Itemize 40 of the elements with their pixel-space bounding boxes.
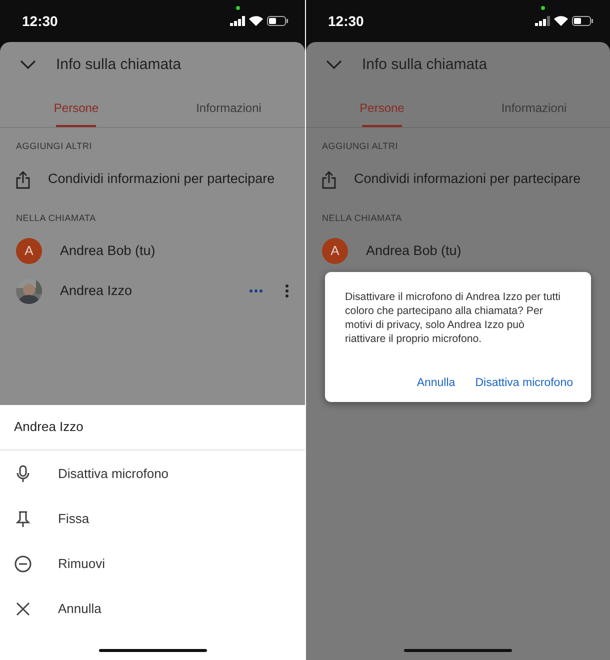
participant-name: Andrea Bob (tu) [60,242,156,260]
dialog-message: Disattivare il microfono di Andrea Izzo per tutti coloro che partecipano alla chiamata? Per motivi di privacy, solo Andrea Izzo può riattivare il proprio microfono. [345,290,562,346]
section-heading: AGGIUNGI ALTRI [15,140,94,153]
close-icon [14,600,32,618]
camera-indicator-icon [236,6,240,10]
avatar: A [16,238,42,264]
section-heading: NELLA CHIAMATA [15,212,97,224]
collapse-chevron-icon[interactable] [20,60,36,70]
share-icon [16,170,30,188]
camera-indicator-icon [541,6,545,10]
tab[interactable]: Informazioni [152,88,305,127]
status-time: 12:30 [22,12,58,30]
participant-name: Andrea Bob (tu) [366,242,462,260]
header-title: Info sulla chiamata [362,54,488,75]
battery-icon [267,16,289,26]
menu-item[interactable]: Fissa [0,496,305,541]
section-heading: AGGIUNGI ALTRI [321,140,400,153]
collapse-chevron-icon[interactable] [326,60,342,70]
signal-icon [230,16,245,26]
pin-icon [14,510,32,528]
menu-item[interactable]: Annulla [0,586,305,631]
remove-icon [14,554,32,572]
dialog-button[interactable]: Annulla [416,374,456,392]
section-heading: NELLA CHIAMATA [321,212,403,224]
microphone-icon [14,464,32,482]
share-icon [322,170,336,188]
more-options-icon[interactable] [285,284,289,298]
participant-name: Andrea Izzo [60,282,134,300]
wifi-icon [554,16,568,26]
share-info-link[interactable]: Condividi informazioni per partecipare [48,169,275,190]
dialog-button[interactable]: Disattiva microfono [475,374,573,392]
menu-item[interactable]: Rimuovi [0,541,305,586]
status-time: 12:30 [328,12,364,30]
battery-icon [572,16,594,26]
avatar: A [322,238,348,264]
wifi-icon [249,16,263,26]
signal-icon [535,16,550,26]
header-title: Info sulla chiamata [56,54,182,75]
menu-item[interactable]: Disattiva microfono [0,451,305,496]
share-info-link[interactable]: Condividi informazioni per partecipare [354,169,581,190]
